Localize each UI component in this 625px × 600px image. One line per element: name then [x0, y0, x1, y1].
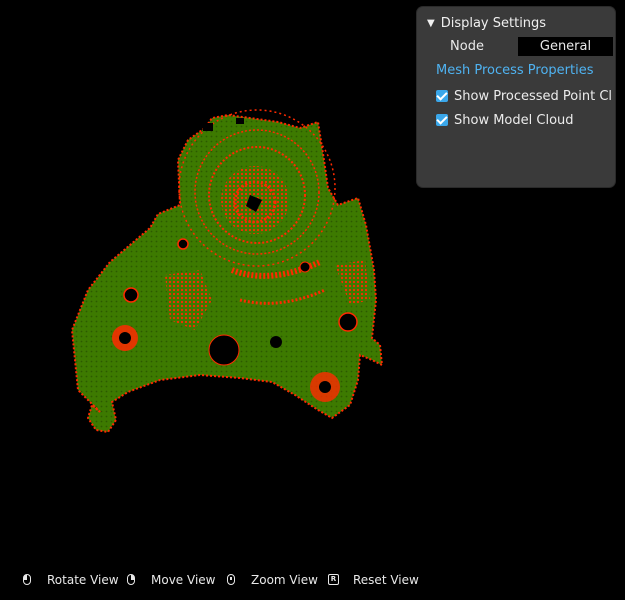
- mouse-middle-icon: [227, 574, 237, 586]
- mesh-process-properties-header[interactable]: Mesh Process Properties: [436, 63, 594, 78]
- panel-title: Display Settings: [440, 15, 547, 31]
- show-model-cloud-checkbox[interactable]: [436, 114, 448, 126]
- hint-label: Move View: [151, 573, 216, 587]
- collapse-triangle-icon[interactable]: ▼: [427, 18, 435, 29]
- show-model-cloud-option[interactable]: Show Model Cloud: [436, 112, 574, 128]
- display-settings-header[interactable]: ▼ Display Settings: [427, 14, 546, 32]
- mouse-right-icon: [127, 574, 137, 586]
- checkbox-label: Show Processed Point Cl: [454, 88, 611, 104]
- tab-node[interactable]: Node: [417, 37, 517, 56]
- settings-tabs: Node General: [417, 37, 615, 56]
- hint-label: Reset View: [353, 573, 419, 587]
- hint-reset-view: R Reset View: [328, 570, 419, 590]
- mouse-left-icon: [23, 574, 33, 586]
- hint-rotate-view: Rotate View: [23, 570, 119, 590]
- show-processed-point-cloud-option[interactable]: Show Processed Point Cl: [436, 88, 611, 104]
- control-hints-bar: Rotate View Move View Zoom View R Reset …: [0, 570, 625, 590]
- r-key-icon: R: [328, 574, 339, 586]
- hint-label: Rotate View: [47, 573, 119, 587]
- hint-zoom-view: Zoom View: [227, 570, 318, 590]
- hint-label: Zoom View: [251, 573, 318, 587]
- display-settings-panel: ▼ Display Settings Node General Mesh Pro…: [417, 7, 615, 187]
- checkbox-label: Show Model Cloud: [454, 112, 574, 128]
- tab-general[interactable]: General: [518, 37, 613, 56]
- hint-move-view: Move View: [127, 570, 215, 590]
- mesh-body: [70, 109, 384, 434]
- show-processed-point-cloud-checkbox[interactable]: [436, 90, 448, 102]
